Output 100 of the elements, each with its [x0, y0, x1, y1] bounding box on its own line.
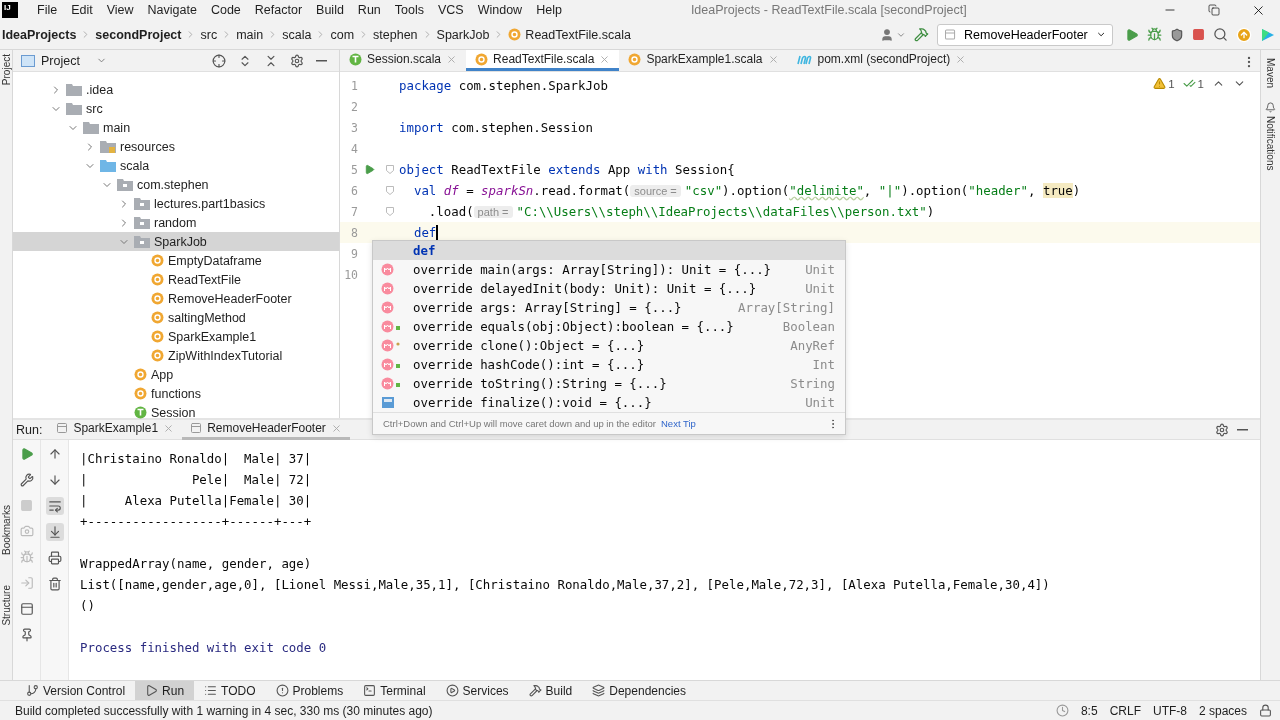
completion-item[interactable]: override main(args: Array[String]): Unit = {...} Unit: [373, 260, 845, 279]
tree-item[interactable]: src: [13, 99, 339, 118]
breadcrumb[interactable]: ReadTextFile.scala: [508, 27, 631, 42]
menu-item[interactable]: Edit: [64, 3, 100, 17]
console-line: (): [80, 597, 96, 615]
tree-item[interactable]: EmptyDataframe: [13, 251, 339, 270]
breadcrumb[interactable]: src: [200, 27, 218, 42]
maven-icon: [796, 53, 813, 65]
tree-item[interactable]: .idea: [13, 80, 339, 99]
tree-item[interactable]: SparkExample1: [13, 327, 339, 346]
structure-tool-window[interactable]: Structure: [0, 585, 12, 626]
breadcrumb[interactable]: IdeaProjects: [2, 27, 77, 42]
console-tab[interactable]: RemoveHeaderFooter: [182, 419, 350, 440]
bookmarks-tool-window[interactable]: Bookmarks: [0, 505, 12, 556]
console-tab[interactable]: SparkExample1: [48, 419, 183, 440]
scroll-to-end-button[interactable]: [45, 523, 64, 541]
menu-item[interactable]: Navigate: [140, 3, 204, 17]
tree-item[interactable]: Session: [13, 403, 339, 422]
tree-item[interactable]: functions: [13, 384, 339, 403]
typo-number: 1: [1197, 77, 1204, 90]
tree-item[interactable]: scala: [13, 156, 339, 175]
editor-tab[interactable]: SparkExample1.scala: [619, 50, 788, 71]
soft-wrap-button[interactable]: [45, 497, 64, 515]
caret-position[interactable]: 8:5: [1080, 703, 1098, 718]
run-icon[interactable]: [363, 164, 375, 175]
completion-item[interactable]: override toString():String = {...} String: [373, 374, 845, 393]
tree-item[interactable]: RemoveHeaderFooter: [13, 289, 339, 308]
code-line: def: [412, 224, 438, 241]
tree-item[interactable]: SparkJob: [13, 232, 339, 251]
tool-window-tab[interactable]: Dependencies: [582, 680, 696, 701]
menu-item[interactable]: File: [30, 3, 65, 17]
breadcrumb[interactable]: scala: [282, 27, 312, 42]
menu-item[interactable]: View: [99, 3, 141, 17]
tool-window-tab[interactable]: Services: [435, 680, 519, 701]
tree-item[interactable]: saltingMethod: [13, 308, 339, 327]
completion-item[interactable]: def: [373, 241, 845, 260]
console-line: +------------------+------+---+: [80, 513, 313, 531]
line-number: 6: [350, 183, 358, 198]
menu-item[interactable]: Build: [309, 3, 351, 17]
completion-hint: Ctrl+Down and Ctrl+Up will move caret down and up in the editor: [383, 418, 656, 429]
maven-tool-window[interactable]: Maven: [1261, 58, 1280, 88]
menu-item[interactable]: Refactor: [247, 3, 310, 17]
tree-item[interactable]: lectures.part1basics: [13, 194, 339, 213]
printer-icon: [47, 551, 62, 565]
enter-icon: [19, 576, 34, 590]
tree-item[interactable]: App: [13, 365, 339, 384]
completion-item[interactable]: override clone():Object = {...} AnyRef: [373, 336, 845, 355]
close-icon: [599, 53, 611, 65]
camera-icon: [19, 524, 34, 538]
menu-item[interactable]: Tools: [387, 3, 431, 17]
line-separator[interactable]: CRLF: [1109, 703, 1141, 718]
code-line: object ReadTextFile extends App with Session{: [399, 162, 735, 177]
editor-tab[interactable]: pom.xml (secondProject): [787, 50, 976, 71]
completion-item[interactable]: override hashCode():int = {...} Int: [373, 355, 845, 374]
breadcrumb[interactable]: stephen: [373, 27, 418, 42]
play-icon: [145, 684, 159, 697]
indent-setting[interactable]: 2 spaces: [1198, 703, 1247, 718]
tree-item[interactable]: main: [13, 118, 339, 137]
toolbox-logo: [1260, 26, 1276, 43]
tool-window-tab[interactable]: Terminal: [353, 680, 436, 701]
object-icon: [151, 311, 164, 324]
breadcrumb[interactable]: com: [330, 27, 355, 42]
terminal-icon: [363, 684, 377, 697]
tool-window-tab[interactable]: Build: [518, 680, 583, 701]
notifications-tool-window[interactable]: Notifications: [1261, 102, 1280, 171]
breadcrumb[interactable]: secondProject: [95, 27, 182, 42]
tree-item[interactable]: resources: [13, 137, 339, 156]
tree-item[interactable]: ReadTextFile: [13, 270, 339, 289]
lock-icon[interactable]: [1259, 704, 1272, 717]
tree-item[interactable]: com.stephen: [13, 175, 339, 194]
run-configuration-dropdown[interactable]: RemoveHeaderFooter: [937, 23, 1113, 46]
menu-item[interactable]: Code: [203, 3, 248, 17]
tree-item[interactable]: ZipWithIndexTutorial: [13, 346, 339, 365]
breadcrumb[interactable]: main: [236, 27, 264, 42]
completion-item[interactable]: override args: Array[String] = {...} Array[String]: [373, 298, 845, 317]
next-tip-link[interactable]: Next Tip: [661, 418, 696, 429]
object-icon: [151, 273, 164, 286]
file-encoding[interactable]: UTF-8: [1152, 703, 1187, 718]
tree-item[interactable]: random: [13, 213, 339, 232]
object-icon: [508, 28, 522, 41]
menu-item[interactable]: Window: [470, 3, 530, 17]
line-number: 7: [350, 204, 358, 219]
app-logo: IJ: [2, 2, 18, 18]
menu-item[interactable]: Help: [529, 3, 569, 17]
menu-item[interactable]: VCS: [431, 3, 471, 17]
hammer-icon: [528, 684, 542, 697]
completion-item[interactable]: override delayedInit(body: Unit): Unit = {...} Unit: [373, 279, 845, 298]
menu-item[interactable]: Run: [350, 3, 388, 17]
editor-tab[interactable]: ReadTextFile.scala: [466, 50, 620, 71]
completion-item[interactable]: override finalize():void = {...} Unit: [373, 393, 845, 412]
tool-window-tab[interactable]: TODO: [194, 680, 266, 701]
breadcrumb[interactable]: SparkJob: [436, 27, 490, 42]
editor-tab[interactable]: Session.scala: [340, 50, 467, 71]
tool-window-tab[interactable]: Run: [135, 680, 195, 701]
tool-window-tab[interactable]: Version Control: [16, 680, 136, 701]
tool-window-tab[interactable]: Problems: [265, 680, 354, 701]
completion-item[interactable]: override equals(obj:Object):boolean = {...} Boolean: [373, 317, 845, 336]
project-tool-window[interactable]: Project: [0, 54, 12, 86]
services-icon: [445, 684, 459, 697]
folder-icon: [134, 197, 150, 210]
